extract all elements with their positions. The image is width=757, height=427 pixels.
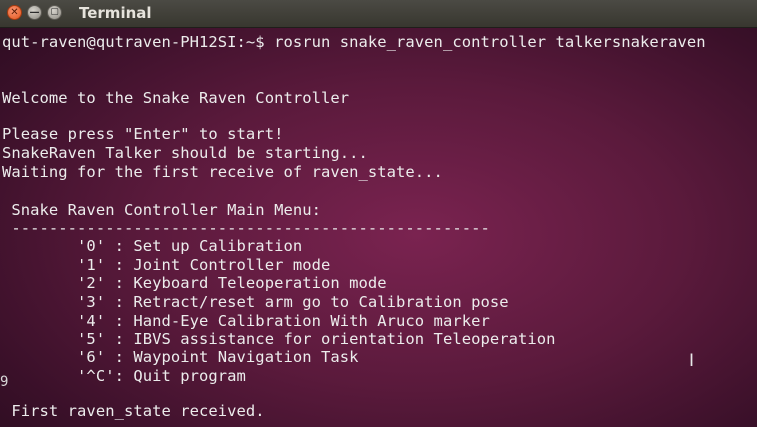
menu-item: '0' : Set up Calibration (2, 237, 303, 255)
close-window-button[interactable]: ✕ (7, 5, 22, 20)
menu-item: '3' : Retract/reset arm go to Calibratio… (2, 293, 509, 311)
window-title: Terminal (79, 4, 152, 22)
menu-item: '1' : Joint Controller mode (2, 256, 331, 274)
minimize-icon: — (29, 6, 40, 18)
stray-character: 9 (0, 374, 9, 390)
window-titlebar[interactable]: ✕ — ▢ Terminal (0, 0, 757, 28)
menu-item: '^C': Quit program (2, 367, 246, 385)
menu-title: Snake Raven Controller Main Menu: (2, 201, 321, 219)
close-icon: ✕ (10, 6, 19, 18)
menu-divider: ----------------------------------------… (2, 219, 490, 237)
menu-item: '4' : Hand-Eye Calibration With Aruco ma… (2, 312, 490, 330)
command-prompt-line: qut-raven@qutraven-PH12SI:~$ rosrun snak… (2, 33, 706, 51)
waiting-line: Waiting for the first receive of raven_s… (2, 163, 443, 181)
talker-starting-line: SnakeRaven Talker should be starting... (2, 144, 368, 162)
maximize-icon: ▢ (50, 7, 59, 17)
received-line: First raven_state received. (2, 402, 265, 420)
terminal-output[interactable]: qut-raven@qutraven-PH12SI:~$ rosrun snak… (0, 29, 757, 427)
mouse-ibeam-cursor-icon: I (689, 351, 695, 371)
menu-item: '5' : IBVS assistance for orientation Te… (2, 330, 556, 348)
menu-item: '6' : Waypoint Navigation Task (2, 348, 359, 366)
press-enter-line: Please press "Enter" to start! (2, 125, 284, 143)
welcome-line: Welcome to the Snake Raven Controller (2, 89, 350, 107)
minimize-window-button[interactable]: — (27, 5, 42, 20)
maximize-window-button[interactable]: ▢ (47, 5, 62, 20)
terminal-window: ✕ — ▢ Terminal qut-raven@qutraven-PH12SI… (0, 0, 757, 427)
menu-item: '2' : Keyboard Teleoperation mode (2, 274, 387, 292)
